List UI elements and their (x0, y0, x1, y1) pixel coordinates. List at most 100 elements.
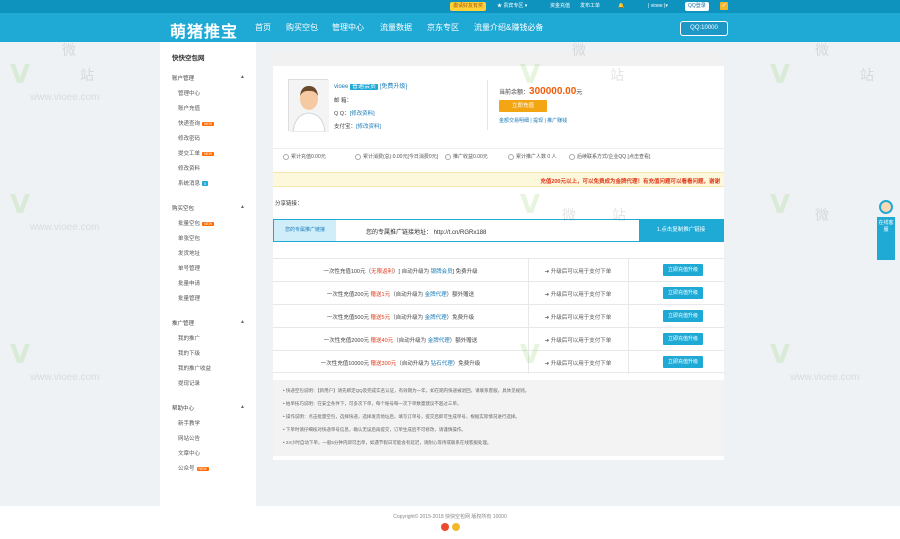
sidebar-item[interactable]: 管理中心 (178, 89, 200, 97)
watermark-site: www.vioee.com (30, 372, 100, 383)
promo-level: 银牌会员 (430, 269, 453, 275)
sidebar-item[interactable]: 系统消息 0 (178, 179, 209, 187)
header: 萌猪推宝 首页 购买空包 管理中心 流量数据 京东专区 流量介绍&赚钱必备 QQ… (0, 13, 900, 42)
upgrade-button[interactable]: 立即充值升级 (663, 287, 703, 299)
tip-item: • 24小时自动下单，一般5分钟内即可出单，如遇节假日可能会有延迟，请耐心等待或… (283, 440, 492, 445)
promo-text: （自动升级为 (390, 315, 425, 321)
sidebar-item[interactable]: 单号管理 (178, 264, 200, 272)
promo-text: ）[ 自动升级为 (393, 269, 431, 275)
sidebar-item[interactable]: 提现记录 (178, 379, 200, 387)
online-service-widget[interactable]: 在线客服 (877, 200, 895, 260)
promo-level: 金牌代理 (424, 315, 447, 321)
sidebar-item[interactable]: 新手教学 (178, 419, 200, 427)
user-avatar-icon (289, 80, 329, 133)
trust-badge-icon[interactable] (452, 523, 460, 531)
stat-promo-income: 推广收益0.00元 (445, 153, 488, 160)
recharge-top-link[interactable]: 资金充值 (550, 2, 570, 11)
nav-jd[interactable]: 京东专区 (427, 22, 459, 33)
sidebar-group-promo[interactable]: 推广管理 ▲ (172, 319, 245, 327)
sidebar-item[interactable]: 我的推广收益 (178, 364, 211, 372)
nav-manage[interactable]: 管理中心 (332, 22, 364, 33)
sidebar-item[interactable]: 批量管理 (178, 294, 200, 302)
user-menu[interactable]: | vioee |▾ (648, 2, 668, 11)
share-url[interactable]: 您的专属推广链接地址： http://t.cn/RGRx188 (366, 227, 486, 236)
balance-row: 当前余额：300000.00元 (499, 86, 582, 97)
alipay-row: 支付宝：[修改资料] (334, 122, 381, 130)
promo-highlight: 赠送40元 (370, 338, 394, 344)
watermark-char: 微 (62, 43, 76, 59)
share-url-value: http://t.cn/RGRx188 (433, 230, 487, 236)
nav-home[interactable]: 首页 (255, 22, 271, 33)
upgrade-button[interactable]: 立即充值升级 (663, 264, 703, 276)
sidebar-group-buy[interactable]: 购买空包 ▲ (172, 204, 245, 212)
sidebar-item[interactable]: 单张空包 (178, 234, 200, 242)
group-label: 推广管理 (172, 321, 195, 327)
sidebar-item[interactable]: 账户充值 (178, 104, 200, 112)
police-badge-icon[interactable] (441, 523, 449, 531)
sidebar-group-help[interactable]: 帮助中心 ▲ (172, 404, 245, 412)
nav-traffic[interactable]: 流量数据 (380, 22, 412, 33)
watermark-char: 微 (815, 43, 829, 59)
invite-promo-link[interactable]: 邀请好友有奖 (450, 2, 487, 11)
main-panel: vioee 普通会员 [免费升级] 邮 箱： Q Q：[修改资料] 支付宝：[修… (273, 52, 724, 460)
promo-desc: 一次性充值200元 赠送1元（自动升级为 金牌代理）额外赠送 (273, 290, 528, 298)
stat-contact[interactable]: 后续联系方式/企业QQ [点击查看] (569, 153, 650, 160)
tip-item: • 拍单技巧说明：在安全条件下，可多次下单，每个账号每一次下单数量建议不超过三单… (283, 401, 462, 406)
watermark-logo: V (770, 340, 791, 370)
promo-text: （自动升级为 (396, 361, 431, 367)
email-label: 邮 箱： (334, 98, 353, 104)
sidebar-item[interactable]: 公众号 NEW (178, 464, 209, 472)
promo-note: ➔ 升级后可以用于支付下单 (544, 338, 612, 344)
tip-text: 操作说明：点击批量空包，选择快递，选择发货地址后，填写订单号，提交后即可生成单号… (285, 414, 520, 419)
upgrade-link[interactable]: [免费升级] (380, 84, 407, 90)
sidebar-item[interactable]: 发货地址 (178, 249, 200, 257)
balance-links[interactable]: 金额交易明细 | 提现 | 推广赚钱 (499, 117, 567, 124)
qq-login-button[interactable]: QQ登录 (685, 2, 709, 11)
vip-menu[interactable]: ★ 贵宾专区 ▾ (497, 2, 527, 11)
divider (628, 282, 629, 305)
watermark-logo: V (10, 340, 31, 370)
user-name-row: vioee 普通会员 [免费升级] (334, 81, 407, 90)
sidebar-item[interactable]: 文章中心 (178, 449, 200, 457)
table-row: 一次性充值500元 赠送5元（自动升级为 金牌代理）免费升级 ➔ 升级后可以用于… (273, 304, 724, 328)
sidebar-item[interactable]: 快递查询 NEW (178, 119, 215, 127)
circle-icon (355, 153, 361, 160)
alipay-edit-link[interactable]: [修改资料] (356, 124, 381, 130)
qq-contact[interactable]: QQ:10000 (680, 21, 728, 36)
circle-icon (283, 153, 289, 160)
copy-link-button[interactable]: 1.点击复制推广链接 (639, 220, 723, 241)
sidebar-item[interactable]: 我的推广 (178, 334, 200, 342)
promo-highlight: 赠送1元 (370, 292, 391, 298)
upgrade-button[interactable]: 立即充值升级 (663, 333, 703, 345)
upgrade-button[interactable]: 立即充值升级 (663, 356, 703, 368)
upgrade-button[interactable]: 立即充值升级 (663, 310, 703, 322)
nav-intro[interactable]: 流量介绍&赚钱必备 (474, 22, 543, 33)
promo-text: 一次性充值10000元 (320, 361, 371, 367)
check-icon[interactable]: ✓ (720, 2, 728, 10)
tip-text: 快递空包说明：【新用户】请先绑定QQ及完成实名认证，有效期为一年，如在期内快递被… (285, 388, 530, 393)
promo-note: ➔ 升级后可以用于支付下单 (544, 269, 612, 275)
sidebar-item-label: 快递查询 (178, 121, 201, 127)
bell-icon[interactable]: 🔔 (618, 2, 624, 11)
share-heading: 分享链接： (275, 201, 303, 207)
panel-header-band (273, 52, 724, 66)
stat-consume: 累计消费(总):0.00元[今日消费0元] (355, 153, 438, 160)
post-ticket-link[interactable]: 发布工单 (580, 2, 600, 11)
sidebar-item[interactable]: 网站公告 (178, 434, 200, 442)
qq-edit-link[interactable]: [修改资料] (350, 111, 375, 117)
sidebar-item[interactable]: 提交工单 NEW (178, 149, 215, 157)
sidebar-item-label: 批量空包 (178, 221, 201, 227)
sidebar-group-account[interactable]: 账户管理 ▲ (172, 74, 245, 82)
sidebar-item[interactable]: 修改资料 (178, 164, 200, 172)
divider (487, 80, 488, 130)
promo-text: ）额外赠送 (449, 338, 478, 344)
tips-box: • 快递空包说明：【新用户】请先绑定QQ及完成实名认证，有效期为一年，如在期内快… (273, 380, 724, 456)
promo-highlight: 无限返利 (371, 269, 394, 275)
sidebar-item[interactable]: 批量申请 (178, 279, 200, 287)
nav-buy[interactable]: 购买空包 (286, 22, 318, 33)
sidebar-item[interactable]: 批量空包 NEW (178, 219, 215, 227)
sidebar-item[interactable]: 修改密码 (178, 134, 200, 142)
site-logo[interactable]: 萌猪推宝 (170, 18, 238, 42)
sidebar-item[interactable]: 我的下级 (178, 349, 200, 357)
recharge-button[interactable]: 立即充值 (499, 100, 547, 112)
